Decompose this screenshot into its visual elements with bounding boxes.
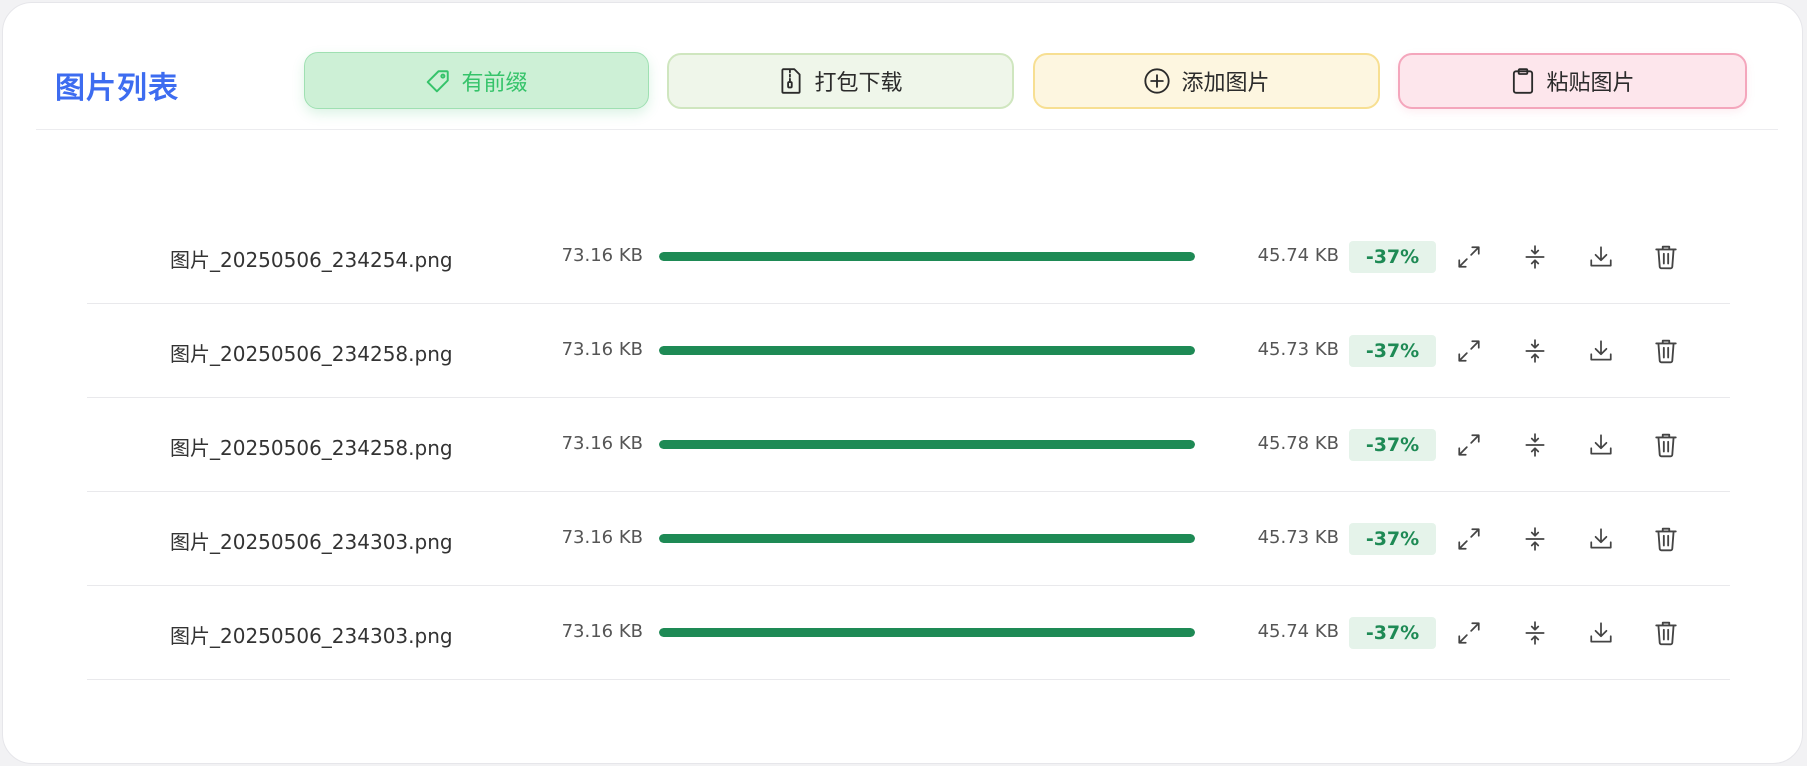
download-button[interactable] (1586, 618, 1616, 648)
original-size: 73.16 KB (561, 621, 643, 642)
compressed-size: 45.74 KB (1257, 245, 1339, 266)
file-list: 图片_20250506_234254.png 73.16 KB 45.74 KB… (87, 210, 1730, 680)
file-name: 图片_20250506_234258.png (170, 342, 453, 366)
file-row: 图片_20250506_234258.png 73.16 KB 45.78 KB… (87, 398, 1730, 492)
compressed-size: 45.78 KB (1257, 433, 1339, 454)
progress-fill (659, 628, 1195, 637)
compress-icon (1525, 245, 1545, 269)
trash-icon (1655, 339, 1677, 364)
compress-button[interactable] (1520, 618, 1550, 648)
paste-image-label: 粘贴图片 (1546, 71, 1635, 96)
expand-icon (1458, 340, 1480, 362)
reduction-badge: -37% (1349, 617, 1436, 649)
file-row: 图片_20250506_234303.png 73.16 KB 45.74 KB… (87, 586, 1730, 680)
download-icon (1590, 340, 1612, 361)
compression-progress-bar (659, 534, 1195, 543)
paste-image-button[interactable]: 粘贴图片 (1398, 53, 1747, 109)
delete-button[interactable] (1651, 336, 1681, 366)
expand-icon (1458, 434, 1480, 456)
compression-progress-bar (659, 346, 1195, 355)
zip-file-icon (781, 68, 802, 94)
download-button[interactable] (1586, 524, 1616, 554)
expand-button[interactable] (1454, 524, 1484, 554)
file-name: 图片_20250506_234254.png (170, 248, 453, 272)
original-size: 73.16 KB (561, 245, 643, 266)
image-list-card: 图片列表 有前缀 打包下载 添加图片 粘贴图片 图片_20250506_2342… (2, 2, 1803, 764)
progress-fill (659, 534, 1195, 543)
download-button[interactable] (1586, 336, 1616, 366)
download-button[interactable] (1586, 430, 1616, 460)
compress-icon (1525, 339, 1545, 363)
original-size: 73.16 KB (561, 527, 643, 548)
compress-button[interactable] (1520, 242, 1550, 272)
download-icon (1590, 622, 1612, 643)
expand-button[interactable] (1454, 336, 1484, 366)
original-size: 73.16 KB (561, 433, 643, 454)
prefix-toggle-button[interactable]: 有前缀 (304, 52, 649, 109)
tag-icon (427, 69, 450, 92)
expand-button[interactable] (1454, 242, 1484, 272)
trash-icon (1655, 527, 1677, 552)
compressed-size: 45.74 KB (1257, 621, 1339, 642)
header-divider (36, 129, 1778, 130)
download-button[interactable] (1586, 242, 1616, 272)
file-row: 图片_20250506_234258.png 73.16 KB 45.73 KB… (87, 304, 1730, 398)
progress-fill (659, 252, 1195, 261)
progress-fill (659, 346, 1195, 355)
prefix-button-label: 有前缀 (461, 70, 528, 96)
delete-button[interactable] (1651, 430, 1681, 460)
delete-button[interactable] (1651, 524, 1681, 554)
file-row: 图片_20250506_234254.png 73.16 KB 45.74 KB… (87, 210, 1730, 304)
original-size: 73.16 KB (561, 339, 643, 360)
zip-download-label: 打包下载 (814, 71, 903, 96)
progress-fill (659, 440, 1195, 449)
plus-circle-icon (1144, 68, 1171, 94)
delete-button[interactable] (1651, 242, 1681, 272)
compress-icon (1525, 621, 1545, 645)
expand-button[interactable] (1454, 618, 1484, 648)
reduction-badge: -37% (1349, 241, 1436, 273)
compression-progress-bar (659, 440, 1195, 449)
expand-icon (1458, 528, 1480, 550)
page-title: 图片列表 (55, 71, 179, 106)
zip-download-button[interactable]: 打包下载 (667, 53, 1014, 109)
header: 图片列表 有前缀 打包下载 添加图片 粘贴图片 (3, 3, 1802, 131)
download-icon (1590, 246, 1612, 267)
add-image-label: 添加图片 (1181, 71, 1270, 96)
delete-button[interactable] (1651, 618, 1681, 648)
file-row: 图片_20250506_234303.png 73.16 KB 45.73 KB… (87, 492, 1730, 586)
expand-icon (1458, 246, 1480, 268)
compression-progress-bar (659, 252, 1195, 261)
file-name: 图片_20250506_234258.png (170, 436, 453, 460)
trash-icon (1655, 245, 1677, 270)
compressed-size: 45.73 KB (1257, 339, 1339, 360)
compress-button[interactable] (1520, 430, 1550, 460)
expand-icon (1458, 622, 1480, 644)
add-image-button[interactable]: 添加图片 (1033, 53, 1380, 109)
compress-button[interactable] (1520, 524, 1550, 554)
reduction-badge: -37% (1349, 429, 1436, 461)
clipboard-icon (1513, 68, 1534, 94)
compression-progress-bar (659, 628, 1195, 637)
download-icon (1590, 528, 1612, 549)
reduction-badge: -37% (1349, 335, 1436, 367)
trash-icon (1655, 621, 1677, 646)
compressed-size: 45.73 KB (1257, 527, 1339, 548)
compress-button[interactable] (1520, 336, 1550, 366)
compress-icon (1525, 527, 1545, 551)
file-name: 图片_20250506_234303.png (170, 624, 453, 648)
expand-button[interactable] (1454, 430, 1484, 460)
trash-icon (1655, 433, 1677, 458)
download-icon (1590, 434, 1612, 455)
reduction-badge: -37% (1349, 523, 1436, 555)
compress-icon (1525, 433, 1545, 457)
file-name: 图片_20250506_234303.png (170, 530, 453, 554)
